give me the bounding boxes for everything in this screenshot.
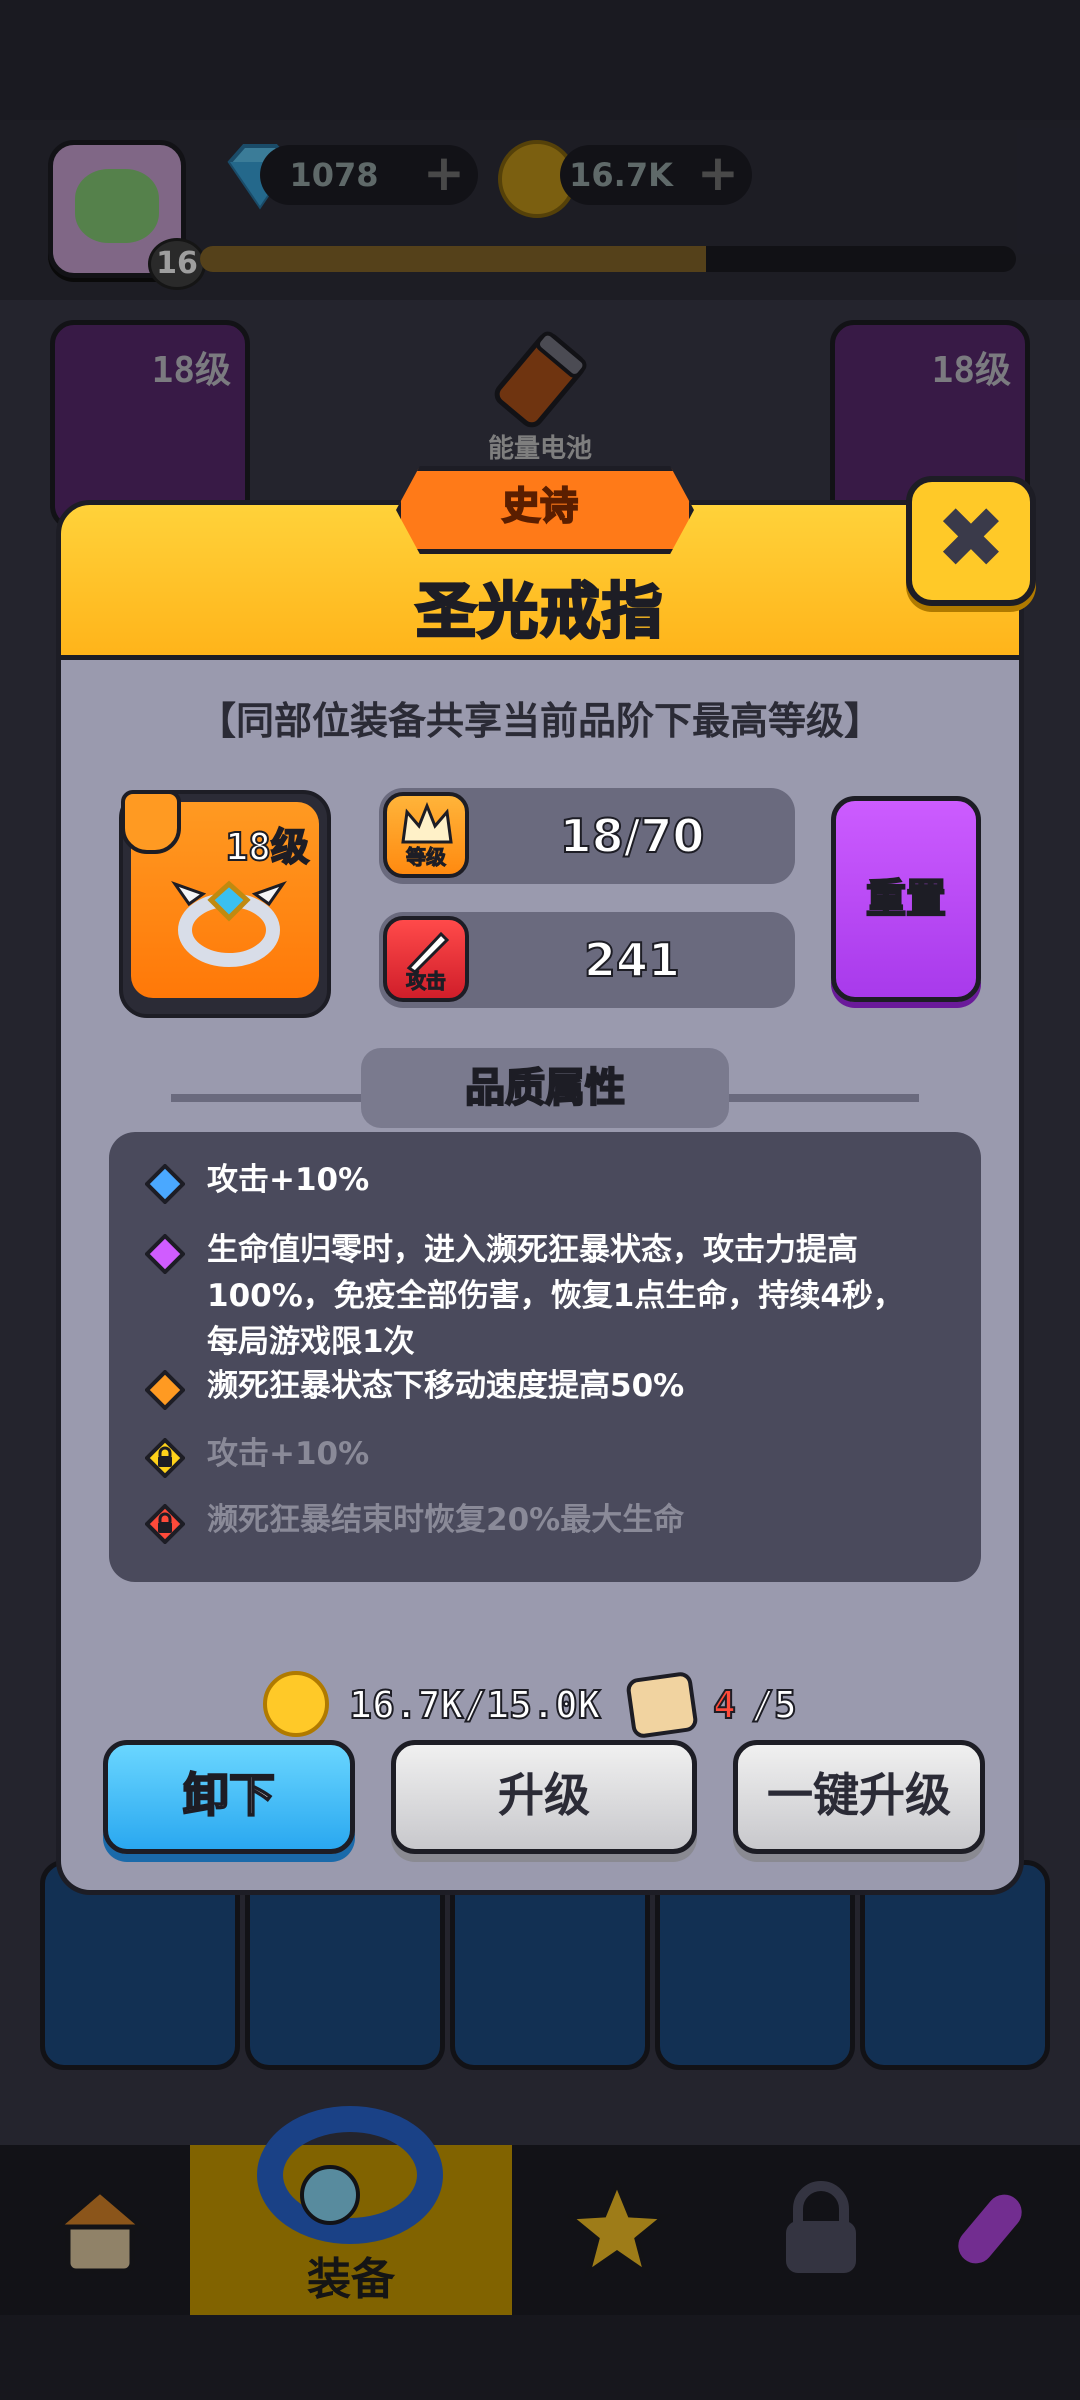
max-upgrade-button[interactable]: 一键升级 [733, 1740, 985, 1854]
attribute-text-line: 每局游戏限1次 [207, 1324, 415, 1360]
rarity-label: 史诗 [501, 483, 579, 529]
upgrade-button-label: 升级 [498, 1768, 590, 1822]
attributes-panel: 攻击+10% 生命值归零时，进入濒死狂暴状态，攻击力提高 100%，免疫全部伤害… [109, 1132, 981, 1582]
attribute-text-line: 100%，免疫全部伤害，恢复1点生命，持续4秒， [207, 1278, 904, 1314]
sword-icon: 攻击 [383, 916, 469, 1002]
upgrade-cost-row: 16.7K/15.0K 4 /5 [61, 1665, 1019, 1745]
quality-attributes-title: 品质属性 [464, 1064, 626, 1112]
yellow-lock-icon [145, 1438, 185, 1478]
gold-cost: 16.7K/15.0K [348, 1682, 602, 1728]
scroll-icon [625, 1670, 699, 1740]
orange-diamond-icon [145, 1370, 185, 1410]
crown-shape [401, 802, 453, 844]
quality-attributes-header: 品质属性 [361, 1048, 729, 1128]
attribute-text: 濒死狂暴结束时恢复20%最大生命 [207, 1502, 685, 1538]
attribute-text: 攻击+10% [207, 1162, 370, 1198]
attack-icon-label: 攻击 [406, 969, 447, 994]
gold-coin-icon [263, 1671, 329, 1737]
close-icon: ✖ [935, 489, 1007, 587]
scroll-owned: 4 [712, 1682, 737, 1728]
crown-icon: 等级 [383, 792, 469, 878]
share-level-note: 【同部位装备共享当前品阶下最高等级】 [197, 699, 882, 743]
reset-button[interactable]: 重置 [831, 796, 981, 1002]
reset-button-label: 重置 [865, 875, 947, 923]
item-icon-frame: 18级 [119, 790, 331, 1018]
ring-icon [171, 880, 287, 967]
close-button[interactable]: ✖ [906, 476, 1036, 606]
upgrade-button[interactable]: 升级 [391, 1740, 697, 1854]
attribute-text: 濒死狂暴状态下移动速度提高50% [207, 1368, 685, 1404]
attack-stat-row: 攻击 241 [379, 912, 795, 1008]
blue-diamond-icon [145, 1164, 185, 1204]
attack-value: 241 [583, 932, 681, 988]
red-lock-icon [145, 1504, 185, 1544]
level-icon-label: 等级 [406, 845, 447, 870]
max-upgrade-button-label: 一键升级 [767, 1768, 951, 1822]
attribute-text: 攻击+10% [207, 1436, 370, 1472]
item-level-label: 18级 [224, 824, 310, 870]
attribute-text: 生命值归零时，进入濒死狂暴状态，攻击力提高 [207, 1232, 858, 1268]
equipment-detail-dialog: 圣光戒指 史诗 ✖ 【同部位装备共享当前品阶下最高等级】 18级 等级 18/7… [56, 466, 1036, 1895]
level-stat-row: 等级 18/70 [379, 788, 795, 884]
purple-diamond-icon [145, 1234, 185, 1274]
divider-right [719, 1094, 919, 1102]
ring-slot-badge-icon [121, 790, 181, 854]
dialog-body: 【同部位装备共享当前品阶下最高等级】 18级 等级 18/70 攻击 241 重… [56, 660, 1024, 1895]
divider-left [171, 1094, 371, 1102]
level-value: 18/70 [559, 808, 706, 864]
scroll-required: /5 [750, 1682, 798, 1728]
unequip-button-label: 卸下 [182, 1767, 276, 1823]
dialog-title: 圣光戒指 [415, 576, 664, 649]
unequip-button[interactable]: 卸下 [103, 1740, 355, 1854]
